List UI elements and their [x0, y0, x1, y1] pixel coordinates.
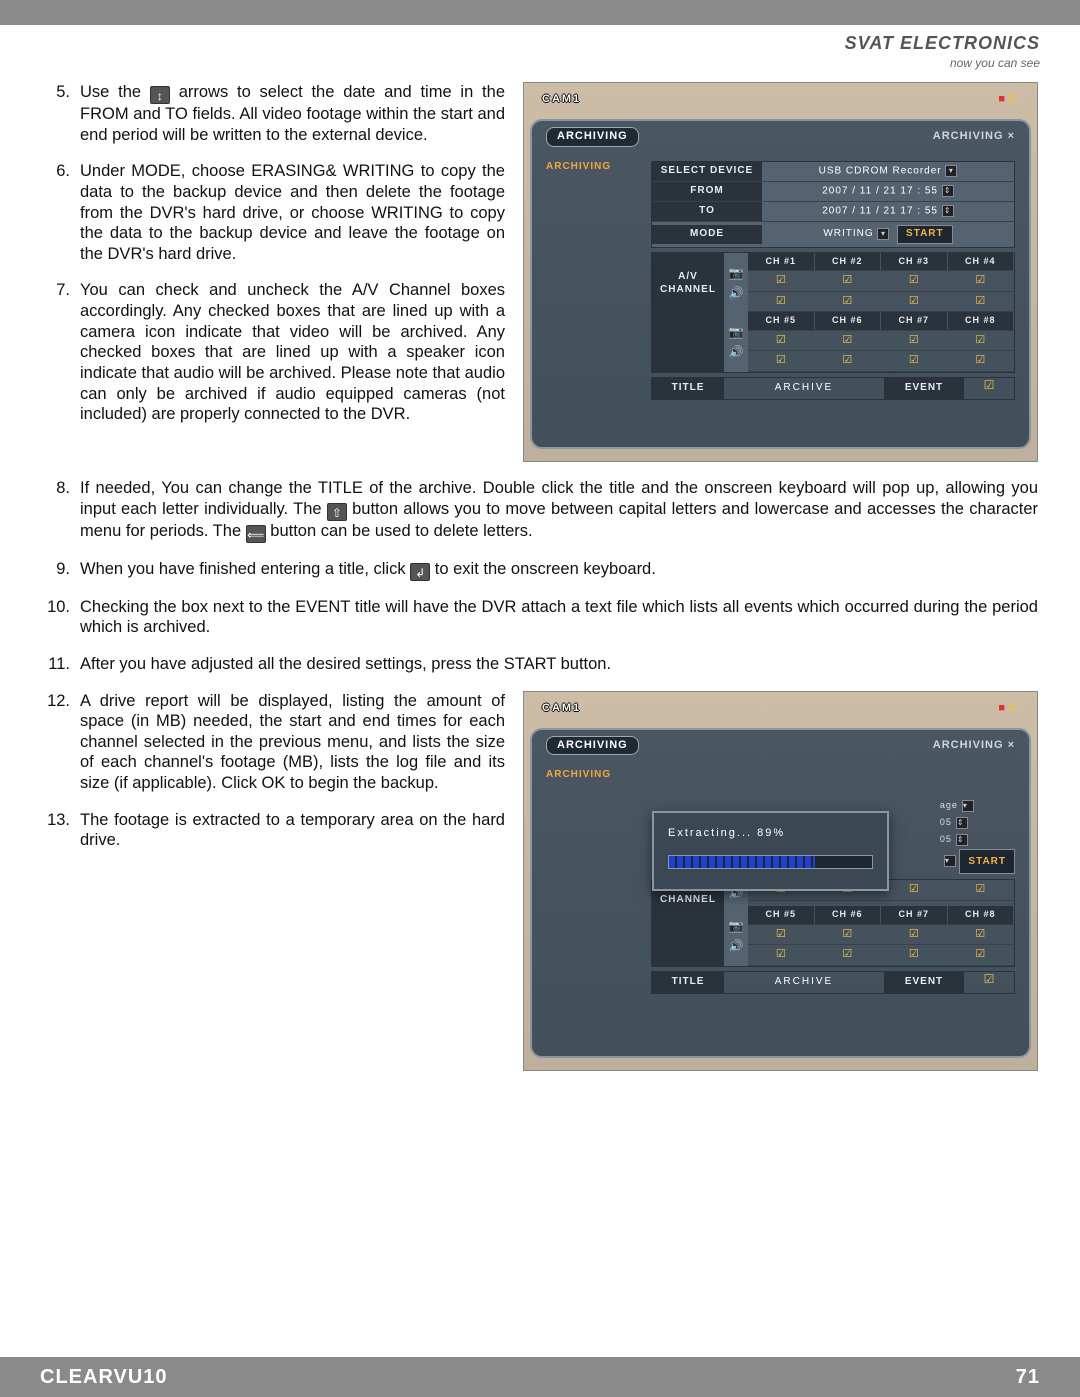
checkbox[interactable]: ☑ — [815, 925, 882, 945]
list-item: 11. After you have adjusted all the desi… — [42, 654, 1038, 675]
dropdown-icon[interactable]: ▾ — [945, 165, 957, 177]
av-channel-grid: A/V CHANNEL 📷🔊 CH #1CH #2CH #3CH #4 ☑☑☑☑… — [651, 252, 1015, 374]
dropdown-icon[interactable]: ▾ — [877, 228, 889, 240]
checkbox[interactable]: ☑ — [881, 945, 948, 965]
side-tab-archiving[interactable]: ARCHIVING — [546, 769, 611, 782]
checkbox[interactable]: ☑ — [948, 945, 1015, 965]
extracting-text: Extracting... 89% — [668, 827, 873, 841]
partial-labels: age▾ 05⇕ 05⇕ ▾ START — [940, 797, 1015, 873]
checkbox[interactable]: ☑ — [948, 880, 1015, 900]
checkbox[interactable]: ☑ — [881, 271, 948, 291]
page-footer: CLEARVU10 71 — [0, 1357, 1080, 1397]
panel-right-label: ARCHIVING — [933, 739, 1015, 753]
panel-right-label: ARCHIVING — [933, 130, 1015, 144]
progress-fill — [669, 856, 815, 868]
event-checkbox[interactable]: ☑ — [964, 972, 1014, 993]
top-band — [0, 0, 1080, 25]
checkbox[interactable]: ☑ — [948, 925, 1015, 945]
list-item: 7. You can check and uncheck the A/V Cha… — [42, 280, 505, 424]
list-item: 8. If needed, You can change the TITLE o… — [42, 478, 1038, 543]
checkbox[interactable]: ☑ — [881, 351, 948, 371]
list-item: 6. Under MODE, choose ERASING& WRITING t… — [42, 161, 505, 264]
panel-title-badge: ARCHIVING — [546, 736, 639, 756]
list-item: 13. The footage is extracted to a tempor… — [42, 810, 505, 851]
cam-label: CAM1 — [542, 702, 581, 716]
rec-icon: C — [998, 702, 1019, 716]
list-item: 9. When you have finished entering a tit… — [42, 559, 1038, 581]
cam-label: CAM1 — [542, 93, 581, 107]
settings-grid: SELECT DEVICEUSB CDROM Recorder ▾ FROM20… — [651, 161, 1015, 248]
list-item: 12. A drive report will be displayed, li… — [42, 691, 505, 794]
model-label: CLEARVU10 — [40, 1366, 168, 1389]
title-row: TITLE ARCHIVE EVENT ☑ — [651, 971, 1015, 994]
screenshot-archiving-progress: CAM1 C ARCHIVING ARCHIVING ARCHIVING age… — [523, 691, 1038, 1071]
spinner-icon[interactable]: ⇕ — [942, 205, 954, 217]
instruction-list: 12. A drive report will be displayed, li… — [42, 691, 505, 851]
archive-title-field[interactable]: ARCHIVE — [724, 378, 884, 399]
speaker-icon: 🔊 — [724, 936, 748, 956]
start-button[interactable]: START — [897, 225, 953, 244]
checkbox[interactable]: ☑ — [881, 925, 948, 945]
checkbox[interactable]: ☑ — [748, 945, 815, 965]
page-number: 71 — [1016, 1366, 1040, 1389]
speaker-icon: 🔊 — [724, 342, 748, 362]
extracting-dialog: Extracting... 89% — [652, 811, 889, 891]
instruction-list: 5. Use the ↕ arrows to select the date a… — [42, 82, 505, 425]
instruction-list: 8. If needed, You can change the TITLE o… — [42, 478, 1038, 675]
checkbox[interactable]: ☑ — [748, 271, 815, 291]
updown-arrow-icon: ↕ — [150, 86, 170, 104]
side-tab-archiving[interactable]: ARCHIVING — [546, 161, 611, 174]
backspace-icon: ⟸ — [246, 525, 266, 543]
checkbox[interactable]: ☑ — [948, 351, 1015, 371]
list-item: 5. Use the ↕ arrows to select the date a… — [42, 82, 505, 145]
camera-icon: 📷 — [724, 322, 748, 342]
checkbox[interactable]: ☑ — [815, 271, 882, 291]
speaker-icon: 🔊 — [724, 283, 748, 303]
title-row: TITLE ARCHIVE EVENT ☑ — [651, 377, 1015, 400]
checkbox[interactable]: ☑ — [748, 351, 815, 371]
checkbox[interactable]: ☑ — [748, 925, 815, 945]
event-checkbox[interactable]: ☑ — [964, 378, 1014, 399]
checkbox[interactable]: ☑ — [748, 331, 815, 351]
brand-tagline: now you can see — [0, 56, 1080, 76]
rec-icon: C — [998, 93, 1019, 107]
spinner-icon[interactable]: ⇕ — [942, 185, 954, 197]
checkbox[interactable]: ☑ — [815, 945, 882, 965]
checkbox[interactable]: ☑ — [748, 292, 815, 312]
content: 5. Use the ↕ arrows to select the date a… — [0, 82, 1080, 1201]
checkbox[interactable]: ☑ — [815, 292, 882, 312]
checkbox[interactable]: ☑ — [948, 271, 1015, 291]
panel-title-badge: ARCHIVING — [546, 127, 639, 147]
brand-header: SVAT ELECTRONICS — [0, 25, 1080, 56]
av-channel-label: A/V CHANNEL — [652, 253, 724, 313]
camera-icon: 📷 — [724, 916, 748, 936]
camera-icon: 📷 — [724, 263, 748, 283]
enter-icon: ↲ — [410, 563, 430, 581]
shift-icon: ⇧ — [327, 503, 347, 521]
screenshot-archiving-setup: CAM1 C ARCHIVING ARCHIVING ARCHIVING SEL… — [523, 82, 1038, 462]
checkbox[interactable]: ☑ — [815, 351, 882, 371]
list-item: 10. Checking the box next to the EVENT t… — [42, 597, 1038, 638]
checkbox[interactable]: ☑ — [881, 880, 948, 900]
progress-bar — [668, 855, 873, 869]
start-button[interactable]: START — [959, 849, 1015, 874]
checkbox[interactable]: ☑ — [815, 331, 882, 351]
checkbox[interactable]: ☑ — [948, 292, 1015, 312]
checkbox[interactable]: ☑ — [881, 331, 948, 351]
av-channel-grid: A/V CHANNEL 🔊 ☑☑☑☑ 📷🔊 CH #5CH # — [651, 879, 1015, 967]
checkbox[interactable]: ☑ — [881, 292, 948, 312]
checkbox[interactable]: ☑ — [948, 331, 1015, 351]
archive-title-field[interactable]: ARCHIVE — [724, 972, 884, 993]
